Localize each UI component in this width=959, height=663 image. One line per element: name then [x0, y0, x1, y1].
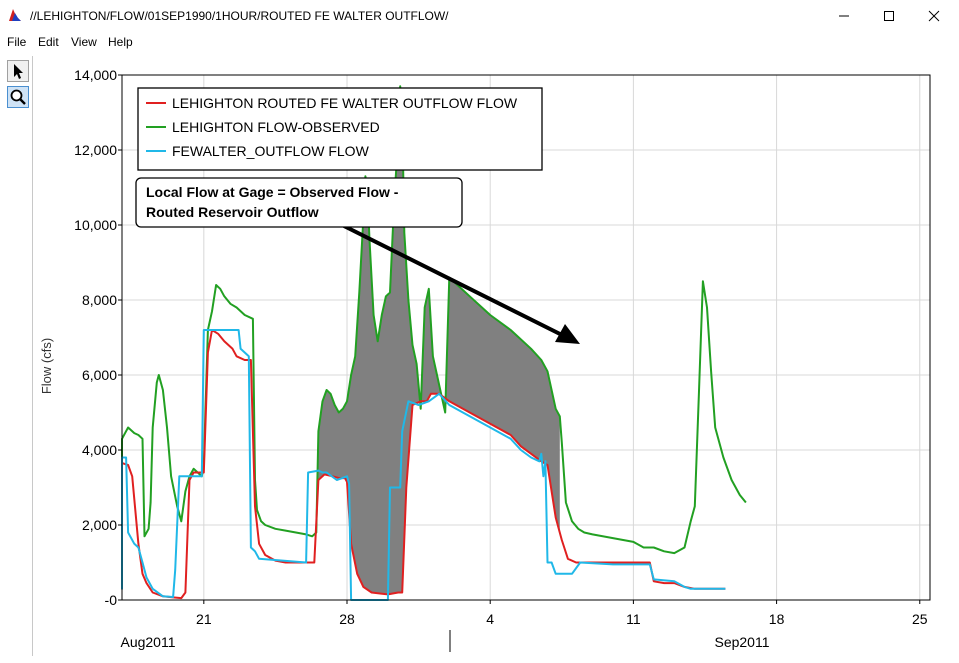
minimize-button[interactable] [821, 0, 867, 32]
y-tick-label: 4,000 [82, 442, 117, 458]
y-tick-label: -0 [105, 592, 118, 608]
legend-label-routed: LEHIGHTON ROUTED FE WALTER OUTFLOW FLOW [172, 95, 518, 111]
legend-label-fewalter: FEWALTER_OUTFLOW FLOW [172, 143, 370, 159]
x-tick-label: 28 [339, 611, 355, 627]
chart-app-icon [9, 9, 21, 21]
annotation-line-2: Routed Reservoir Outflow [146, 204, 319, 220]
x-axis-ticks: 21 28 4 11 18 25 [196, 600, 928, 627]
y-axis-label: Flow (cfs) [39, 338, 54, 394]
annotation-line-1: Local Flow at Gage = Observed Flow - [146, 184, 399, 200]
x-tick-label: 21 [196, 611, 212, 627]
flow-chart[interactable]: -0 2,000 4,000 6,000 8,000 10,000 12,000 14,000… [34, 56, 956, 660]
minimize-icon [839, 15, 849, 17]
y-tick-label: 12,000 [74, 142, 117, 158]
menu-view[interactable]: View [71, 35, 97, 49]
tool-palette [4, 56, 33, 656]
x-tick-label: 11 [626, 611, 641, 627]
y-tick-label: 2,000 [82, 517, 117, 533]
x-tick-label: 18 [769, 611, 785, 627]
legend-label-observed: LEHIGHTON FLOW-OBSERVED [172, 119, 380, 135]
close-button[interactable] [911, 0, 957, 32]
y-tick-label: 6,000 [82, 367, 117, 383]
legend: LEHIGHTON ROUTED FE WALTER OUTFLOW FLOW … [137, 87, 543, 171]
menu-edit[interactable]: Edit [38, 35, 59, 49]
y-tick-label: 14,000 [74, 67, 117, 83]
y-tick-label: 10,000 [74, 217, 117, 233]
month-label-sep: Sep2011 [714, 634, 769, 650]
pointer-tool-button[interactable] [7, 60, 29, 82]
window-title: //LEHIGHTON/FLOW/01SEP1990/1HOUR/ROUTED … [30, 9, 449, 23]
zoom-tool-button[interactable] [7, 86, 29, 108]
maximize-button[interactable] [866, 0, 912, 32]
y-axis-ticks: -0 2,000 4,000 6,000 8,000 10,000 12,000 14,000 [74, 67, 122, 608]
x-tick-label: 4 [486, 611, 494, 627]
y-tick-label: 8,000 [82, 292, 117, 308]
month-label-aug: Aug2011 [120, 634, 175, 650]
magnifier-icon [10, 89, 26, 105]
arrow-pointer-icon [14, 64, 23, 79]
menu-bar: File Edit View Help [0, 32, 959, 52]
title-bar: //LEHIGHTON/FLOW/01SEP1990/1HOUR/ROUTED … [0, 0, 959, 32]
menu-file[interactable]: File [7, 35, 26, 49]
menu-help[interactable]: Help [108, 35, 133, 49]
x-tick-label: 25 [912, 611, 928, 627]
maximize-icon [884, 11, 894, 21]
plot-area: -0 2,000 4,000 6,000 8,000 10,000 12,000 14,000… [34, 56, 956, 660]
close-icon [928, 10, 940, 22]
